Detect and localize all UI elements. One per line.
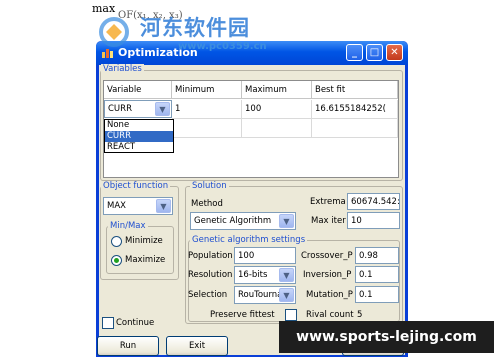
variables-group-label: Variables xyxy=(101,64,144,74)
dropdown-option-curr[interactable]: CURR xyxy=(105,131,173,142)
minimum-cell-empty[interactable] xyxy=(172,119,242,138)
rival-count-label: Rival count xyxy=(306,310,354,320)
variable-dropdown-list: None CURR REACT xyxy=(104,119,174,153)
chevron-down-icon[interactable]: ▼ xyxy=(279,214,294,228)
selection-select[interactable]: RouTourna ▼ xyxy=(234,286,296,304)
objective-select-value: MAX xyxy=(107,201,126,211)
object-function-label: Object function xyxy=(101,181,171,191)
dropdown-option-none[interactable]: None xyxy=(105,120,173,131)
continue-label: Continue xyxy=(116,318,155,328)
minimize-label: Minimize xyxy=(125,236,163,246)
column-header-variable[interactable]: Variable xyxy=(104,81,172,99)
watermark-url: www.pc0359.cn xyxy=(178,41,267,52)
objective-select[interactable]: MAX ▼ xyxy=(103,197,173,215)
preserve-fittest-label: Preserve fittest xyxy=(210,310,275,320)
mutation-label: Mutation_P xyxy=(306,290,353,300)
run-button[interactable]: Run xyxy=(97,336,159,356)
preserve-fittest-checkbox[interactable] xyxy=(285,309,297,321)
resolution-select-value: 16-bits xyxy=(238,270,268,280)
method-select-value: Genetic Algorithm xyxy=(194,216,272,226)
maximize-button[interactable]: □ xyxy=(366,44,383,61)
maximum-cell[interactable]: 100 xyxy=(242,100,312,119)
max-iter-field[interactable]: 10 xyxy=(347,212,400,229)
watermark-logo-icon xyxy=(99,17,129,47)
method-label: Method xyxy=(191,199,223,209)
variable-select-value: CURR xyxy=(108,104,132,114)
maximize-label: Maximize xyxy=(125,255,166,265)
chevron-down-icon[interactable]: ▼ xyxy=(155,102,170,116)
ga-settings-label: Genetic algorithm settings xyxy=(190,235,308,245)
chevron-down-icon[interactable]: ▼ xyxy=(279,288,294,302)
population-label: Population xyxy=(188,251,233,261)
selection-select-value: RouTourna xyxy=(238,290,283,300)
exit-button[interactable]: Exit xyxy=(166,336,228,356)
solution-label: Solution xyxy=(190,181,229,191)
continue-checkbox[interactable] xyxy=(102,317,114,329)
inversion-label: Inversion_P xyxy=(303,270,352,280)
variable-select[interactable]: CURR ▼ xyxy=(104,100,172,118)
column-header-maximum[interactable]: Maximum xyxy=(242,81,312,99)
dropdown-option-react[interactable]: REACT xyxy=(105,142,173,153)
maximize-radio[interactable] xyxy=(111,255,122,266)
maximum-cell-empty[interactable] xyxy=(242,119,312,138)
inversion-field[interactable]: 0.1 xyxy=(355,266,399,283)
best-fit-cell[interactable]: 16.6155184252( xyxy=(312,100,398,119)
chevron-down-icon[interactable]: ▼ xyxy=(156,199,171,213)
resolution-select[interactable]: 16-bits ▼ xyxy=(234,266,296,284)
resolution-label: Resolution xyxy=(188,270,233,280)
mutation-field[interactable]: 0.1 xyxy=(355,286,399,303)
watermark-text: 河东软件园 xyxy=(140,16,250,40)
chevron-down-icon[interactable]: ▼ xyxy=(279,268,294,282)
method-select[interactable]: Genetic Algorithm ▼ xyxy=(190,212,296,230)
population-field[interactable]: 100 xyxy=(234,247,296,264)
crossover-field[interactable]: 0.98 xyxy=(355,247,399,264)
minmax-label: Min/Max xyxy=(108,221,148,231)
minimum-cell[interactable]: 1 xyxy=(172,100,242,119)
extrema-field[interactable]: 60674.542: xyxy=(347,193,400,210)
rival-count-value[interactable]: 5 xyxy=(357,310,362,320)
column-header-best-fit[interactable]: Best fit xyxy=(312,81,398,99)
extrema-label: Extrema xyxy=(310,197,346,207)
minimize-radio[interactable] xyxy=(111,236,122,247)
best-fit-cell-empty[interactable] xyxy=(312,119,398,138)
minmax-group xyxy=(106,226,174,274)
minimize-button[interactable]: _ xyxy=(346,44,363,61)
max-iter-label: Max iter xyxy=(311,216,346,226)
crossover-label: Crossover_P xyxy=(301,251,353,261)
selection-label: Selection xyxy=(188,290,228,300)
app-icon xyxy=(102,49,113,58)
close-button[interactable]: ✕ xyxy=(386,44,403,61)
site-banner: www.sports-lejing.com xyxy=(279,321,494,353)
column-header-minimum[interactable]: Minimum xyxy=(172,81,242,99)
